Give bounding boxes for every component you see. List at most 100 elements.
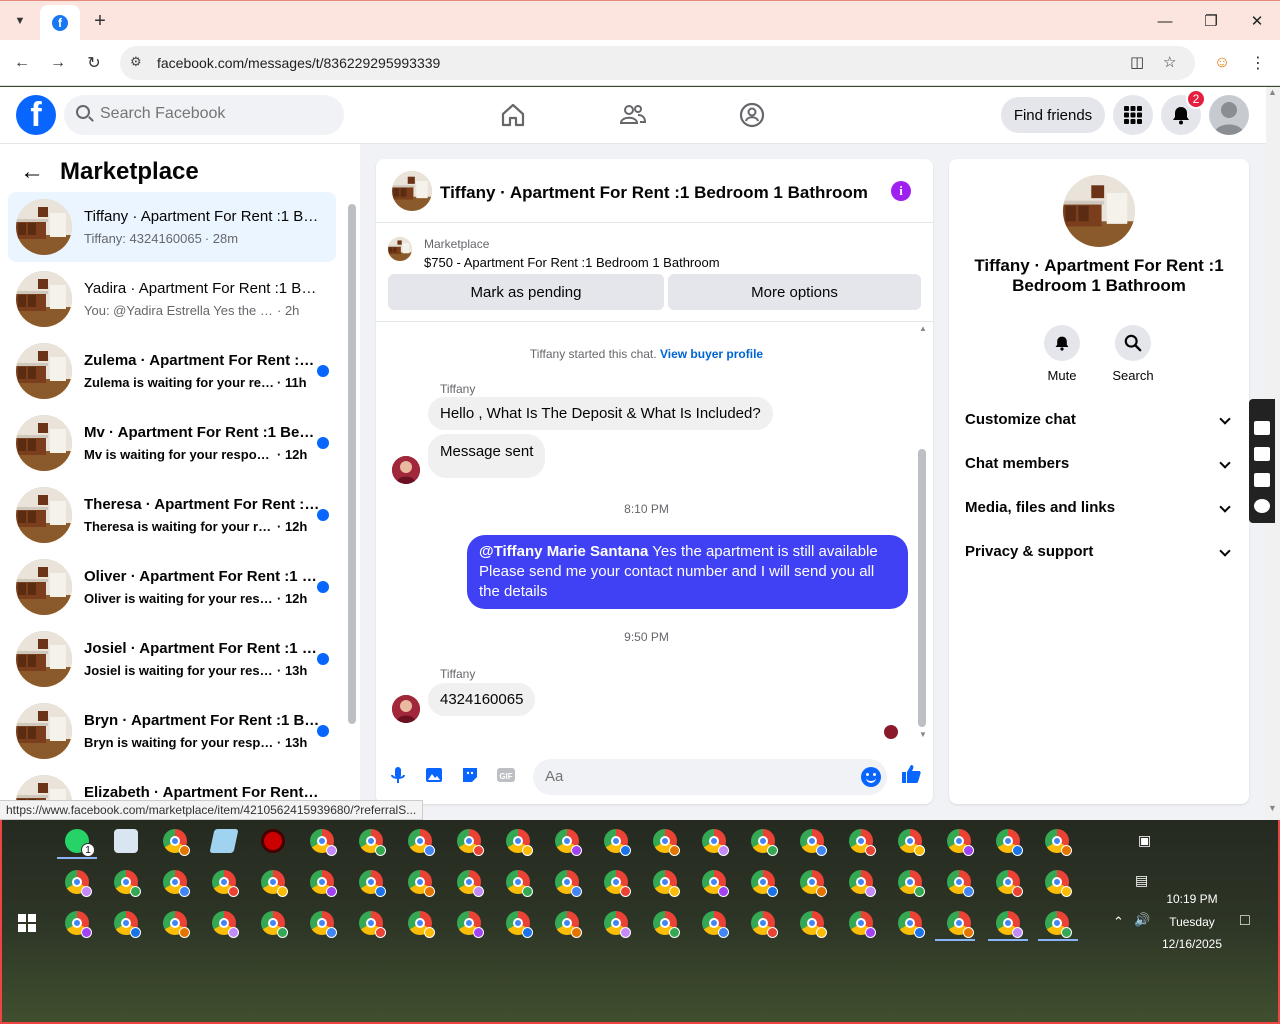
install-app-icon[interactable]: ◫ [1130,53,1144,71]
chrome-profile-icon[interactable] [310,870,337,897]
chrome-profile-icon[interactable] [163,870,190,897]
conversation-item[interactable]: Mv · Apartment For Rent :1 Bedroom 1 Bat… [8,408,336,478]
chrome-profile-icon[interactable] [996,870,1023,897]
meet-now-icon[interactable]: ▣ [1138,832,1151,849]
incoming-message[interactable]: Message sent [428,434,546,478]
thumbs-up-icon[interactable] [900,763,922,785]
chrome-profile-icon[interactable] [849,870,876,897]
whatsapp-icon[interactable]: 1 [65,829,95,857]
clock-day[interactable]: Tuesday [1160,915,1224,929]
view-buyer-profile-link[interactable]: View buyer profile [660,347,763,361]
conversation-item[interactable]: Theresa · Apartment For Rent :1 Bedroom … [8,480,336,550]
chrome-profile-icon[interactable] [604,911,631,938]
chrome-profile-icon[interactable] [947,911,974,938]
chrome-profile-icon[interactable] [506,829,533,856]
chat-title[interactable]: Tiffany · Apartment For Rent :1 Bedroom … [440,183,868,203]
emoji-icon[interactable] [861,767,881,787]
chrome-profile-icon[interactable] [408,870,435,897]
profile-icon[interactable]: ☺ [1210,51,1234,75]
chrome-profile-icon[interactable] [457,911,484,938]
outgoing-message[interactable]: @Tiffany Marie Santana Yes the apartment… [467,535,908,609]
chrome-profile-icon[interactable] [653,911,680,938]
back-button[interactable]: ← [10,51,34,75]
chrome-profile-icon[interactable] [1045,829,1072,856]
chrome-profile-icon[interactable] [163,911,190,938]
chrome-profile-icon[interactable] [702,870,729,897]
menu-grid-button[interactable] [1113,95,1153,135]
chrome-profile-icon[interactable] [261,911,288,938]
facebook-search[interactable] [64,95,344,135]
chat-scrollbar[interactable] [918,449,926,727]
chrome-profile-icon[interactable] [702,911,729,938]
chrome-profile-icon[interactable] [555,911,582,938]
chrome-profile-icon[interactable] [604,870,631,897]
chrome-profile-icon[interactable] [800,870,827,897]
network-icon[interactable]: ▤ [1135,872,1148,889]
chrome-profile-icon[interactable] [898,870,925,897]
minimize-button[interactable]: — [1142,7,1188,35]
chrome-profile-icon[interactable] [457,870,484,897]
message-input-box[interactable] [533,759,887,795]
chrome-profile-icon[interactable] [65,911,92,938]
more-options-button[interactable]: More options [668,274,921,310]
maximize-button[interactable]: ❐ [1188,7,1234,35]
notepad-icon[interactable] [209,829,239,853]
chrome-profile-icon[interactable] [310,911,337,938]
chrome-profile-icon[interactable] [947,829,974,856]
groups-icon[interactable] [738,101,766,129]
chat-scroll-up-icon[interactable]: ▲ [919,324,927,333]
browser-tab-facebook[interactable]: f [40,5,80,41]
tool-menu-icon[interactable] [1254,405,1270,411]
chrome-profile-icon[interactable] [212,911,239,938]
tab-search-button[interactable]: ▼ [8,9,32,33]
conversation-item[interactable]: Tiffany · Apartment For Rent :1 Bedroom … [8,192,336,262]
browser-menu-icon[interactable]: ⋮ [1246,51,1270,75]
chrome-profile-icon[interactable] [408,911,435,938]
friends-icon[interactable] [619,101,647,129]
chat-scroll-down-icon[interactable]: ▼ [919,730,927,739]
chrome-profile-icon[interactable] [800,829,827,856]
account-avatar[interactable] [1209,95,1249,135]
screen-recorder-icon[interactable] [261,829,285,853]
mention[interactable]: @Tiffany Marie Santana [479,543,648,560]
incoming-message[interactable]: Hello , What Is The Deposit & What Is In… [428,397,773,430]
chrome-profile-icon[interactable] [751,911,778,938]
chrome-profile-icon[interactable] [359,911,386,938]
search-chat-button[interactable] [1115,325,1151,361]
video-icon[interactable] [1254,447,1270,461]
details-section-customize-chat[interactable]: Customize chat [965,411,1233,435]
chrome-profile-icon[interactable] [898,829,925,856]
home-icon[interactable] [499,101,527,129]
chrome-profile-icon[interactable] [212,870,239,897]
sticker-icon[interactable] [460,765,480,785]
chrome-profile-icon[interactable] [800,911,827,938]
sender-avatar[interactable] [392,456,420,484]
chrome-profile-icon[interactable] [506,911,533,938]
conversation-item[interactable]: Josiel · Apartment For Rent :1 Bedroom 1… [8,624,336,694]
chrome-profile-icon[interactable] [506,870,533,897]
chrome-profile-icon[interactable] [751,829,778,856]
chrome-profile-icon[interactable] [1045,911,1072,938]
sidebar-scrollbar[interactable] [348,204,356,724]
chrome-profile-icon[interactable] [310,829,337,856]
forward-button[interactable]: → [46,51,70,75]
info-icon[interactable]: i [891,181,911,201]
volume-icon[interactable]: 🔊 [1134,912,1150,928]
chrome-profile-icon[interactable] [849,911,876,938]
chrome-profile-icon[interactable] [457,829,484,856]
chrome-profile-icon[interactable] [114,870,141,897]
facebook-logo-icon[interactable]: f [16,95,56,135]
notification-center-icon[interactable]: □ [1240,912,1250,930]
chrome-profile-icon[interactable] [947,870,974,897]
search-action[interactable]: Search [1103,325,1163,383]
details-section-chat-members[interactable]: Chat members [965,455,1233,479]
chrome-profile-icon[interactable] [555,870,582,897]
tray-chevron-up-icon[interactable]: ⌃ [1113,914,1124,930]
conversation-item[interactable]: Oliver · Apartment For Rent :1 Bedroom 1… [8,552,336,622]
address-bar[interactable]: ⚙ facebook.com/messages/t/83622929599333… [120,46,1195,80]
listing-large-thumbnail[interactable] [1063,175,1135,247]
chrome-profile-icon[interactable] [849,829,876,856]
facebook-search-input[interactable] [100,105,330,123]
bookmark-star-icon[interactable]: ☆ [1163,53,1176,71]
chrome-profile-icon[interactable] [555,829,582,856]
